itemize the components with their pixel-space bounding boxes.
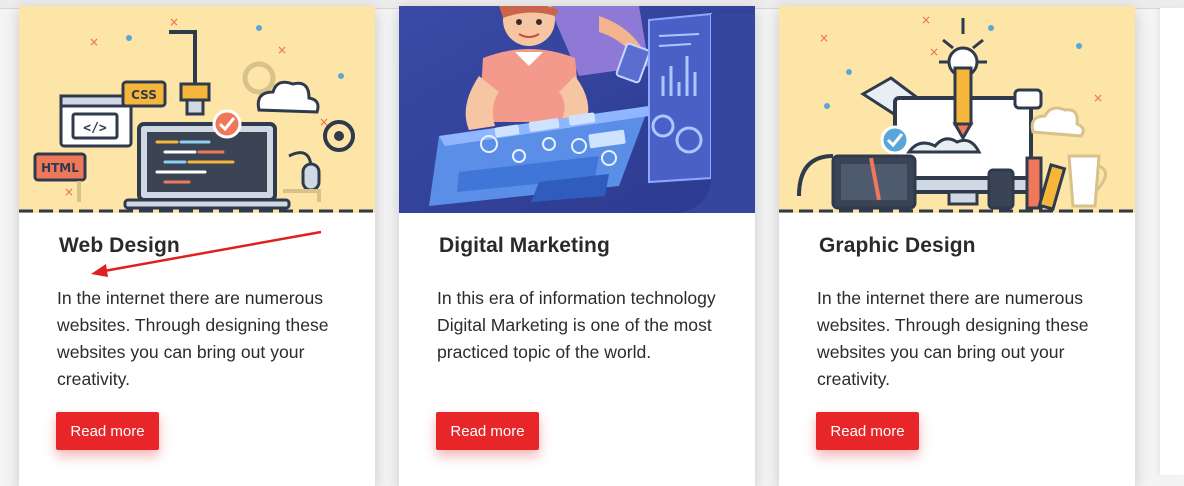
svg-text:×: × xyxy=(929,45,939,59)
service-card-web-design: × × × × × </> CSS HTML Web Design In the… xyxy=(19,6,375,486)
card-title: Web Design xyxy=(59,234,180,257)
card-title: Digital Marketing xyxy=(439,234,610,257)
read-more-button[interactable]: Read more xyxy=(56,412,159,450)
card-description: In this era of information technology Di… xyxy=(437,288,716,362)
card-title: Graphic Design xyxy=(819,234,976,257)
svg-text:×: × xyxy=(64,185,74,199)
service-card-graphic-design: × × × × Graphic Design In the internet t… xyxy=(779,6,1135,486)
card-description: In the internet there are numerous websi… xyxy=(817,288,1089,389)
service-card-digital-marketing: Digital Marketing In this era of informa… xyxy=(399,6,755,486)
html-badge: HTML xyxy=(41,161,79,175)
web-design-illustration: × × × × × </> CSS HTML xyxy=(19,6,375,213)
read-more-button[interactable]: Read more xyxy=(436,412,539,450)
code-tag-badge: </> xyxy=(83,121,107,136)
card-description: In the internet there are numerous websi… xyxy=(57,288,329,389)
page-right-edge xyxy=(1160,8,1184,475)
css-badge: CSS xyxy=(131,88,157,102)
svg-text:×: × xyxy=(89,35,99,49)
graphic-design-illustration: × × × × xyxy=(779,6,1135,213)
read-more-button[interactable]: Read more xyxy=(816,412,919,450)
svg-text:×: × xyxy=(169,15,179,29)
digital-marketing-illustration xyxy=(399,6,755,213)
svg-text:×: × xyxy=(1093,91,1103,105)
svg-text:×: × xyxy=(921,13,931,27)
svg-text:×: × xyxy=(819,31,829,45)
svg-text:×: × xyxy=(277,43,287,57)
